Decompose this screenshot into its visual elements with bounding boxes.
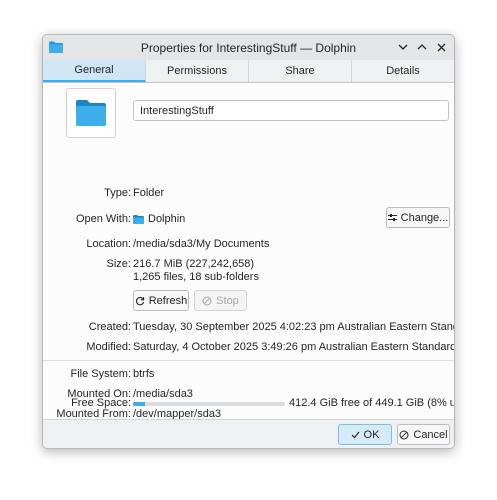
stop-icon bbox=[202, 296, 212, 305]
cancel-icon bbox=[399, 430, 409, 439]
general-panel: Type: Folder Open With: Dolphin Change..… bbox=[43, 83, 455, 420]
tab-details[interactable]: Details bbox=[352, 60, 454, 82]
size-counts: 1,265 files, 18 sub-folders bbox=[133, 271, 259, 283]
refresh-button[interactable]: Refresh bbox=[133, 290, 189, 311]
chevron-down-icon bbox=[398, 44, 408, 50]
cancel-button-label: Cancel bbox=[413, 428, 448, 441]
tab-permissions[interactable]: Permissions bbox=[146, 60, 249, 82]
refresh-icon bbox=[135, 296, 144, 305]
modified-value: Saturday, 4 October 2025 3:49:26 pm Aust… bbox=[133, 341, 455, 353]
folder-icon-button[interactable] bbox=[66, 88, 116, 138]
size-value: 216.7 MiB (227,242,658) bbox=[133, 258, 255, 270]
open-with-label: Open With: bbox=[75, 213, 131, 225]
check-icon bbox=[351, 431, 360, 438]
created-label: Created: bbox=[88, 321, 131, 333]
chevron-up-icon bbox=[417, 44, 427, 50]
separator bbox=[43, 360, 454, 361]
folder-icon bbox=[76, 100, 106, 126]
stop-button[interactable]: Stop bbox=[194, 290, 247, 311]
tab-share[interactable]: Share bbox=[249, 60, 352, 82]
modified-label: Modified: bbox=[86, 341, 131, 353]
location-label: Location: bbox=[86, 238, 131, 250]
free-space-value: 412.4 GiB free of 449.1 GiB (8% used) bbox=[289, 397, 454, 409]
close-icon bbox=[437, 43, 445, 51]
ok-button[interactable]: OK bbox=[338, 424, 392, 445]
stop-button-label: Stop bbox=[216, 294, 239, 307]
free-space-bar-fill bbox=[133, 402, 146, 406]
ok-button-label: OK bbox=[363, 428, 380, 441]
change-button-label: Change... bbox=[400, 211, 449, 224]
location-value: /media/sda3/My Documents bbox=[133, 238, 270, 250]
file-system-label: File System: bbox=[70, 368, 131, 380]
settings-sliders-icon bbox=[387, 214, 397, 221]
change-button[interactable]: Change... bbox=[386, 207, 450, 228]
dolphin-icon bbox=[133, 214, 144, 224]
title-bar[interactable]: Properties for InterestingStuff — Dolphi… bbox=[43, 35, 454, 61]
dialog-footer: OK Cancel bbox=[43, 419, 454, 448]
open-with-app: Dolphin bbox=[133, 213, 185, 225]
type-value: Folder bbox=[133, 187, 165, 199]
file-system-value: btrfs bbox=[133, 368, 155, 380]
tab-bar: General Permissions Share Details bbox=[43, 60, 454, 83]
properties-dialog: Properties for InterestingStuff — Dolphi… bbox=[42, 34, 455, 449]
size-label: Size: bbox=[106, 258, 131, 270]
tab-general[interactable]: General bbox=[43, 60, 146, 82]
free-space-bar bbox=[133, 402, 285, 406]
window-title: Properties for InterestingStuff — Dolphi… bbox=[140, 41, 357, 55]
name-input[interactable] bbox=[133, 100, 449, 121]
maximize-button[interactable] bbox=[414, 39, 430, 55]
free-space-label: Free Space: bbox=[71, 397, 131, 409]
minimize-button[interactable] bbox=[395, 39, 411, 55]
close-button[interactable] bbox=[433, 39, 449, 55]
refresh-button-label: Refresh bbox=[148, 294, 188, 307]
type-label: Type: bbox=[104, 187, 131, 199]
cancel-button[interactable]: Cancel bbox=[397, 424, 450, 445]
mounted-on-value: /media/sda3 bbox=[133, 388, 193, 400]
created-value: Tuesday, 30 September 2025 4:02:23 pm Au… bbox=[133, 321, 454, 333]
open-with-value: Dolphin bbox=[148, 213, 186, 225]
